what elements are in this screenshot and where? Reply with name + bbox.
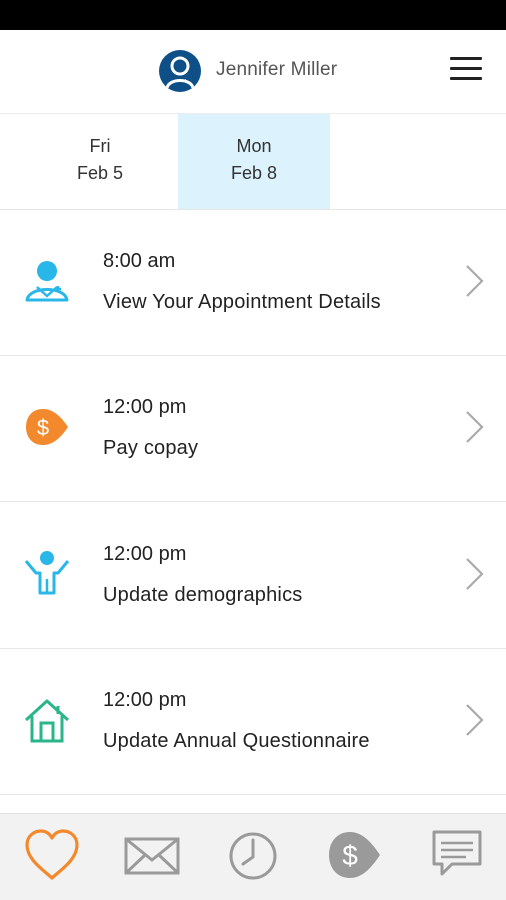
mail-icon[interactable] xyxy=(122,826,182,886)
hamburger-menu-icon[interactable] xyxy=(448,54,484,84)
date-tabs: Fri Feb 5 Mon Feb 8 xyxy=(0,114,506,210)
date-tab-mon[interactable]: Mon Feb 8 xyxy=(178,114,330,209)
svg-text:$: $ xyxy=(37,415,49,440)
bottom-nav: $ xyxy=(0,813,506,900)
date-tab-date: Feb 8 xyxy=(230,163,278,183)
user-avatar-icon[interactable] xyxy=(159,50,201,92)
item-title: Update Annual Questionnaire xyxy=(103,730,370,752)
doctor-icon xyxy=(22,256,74,308)
chevron-right-icon xyxy=(462,556,486,592)
app-header: Jennifer Miller xyxy=(0,30,506,114)
svg-text:$: $ xyxy=(342,840,358,871)
dollar-tag-icon: $ xyxy=(22,403,74,455)
item-time: 12:00 pm xyxy=(103,396,187,418)
date-tab-fri[interactable]: Fri Feb 5 xyxy=(24,114,176,209)
list-item-pay-copay[interactable]: $ 12:00 pm Pay copay xyxy=(0,356,506,502)
date-tab-day: Fri xyxy=(89,136,111,156)
item-title: Update demographics xyxy=(103,584,303,606)
list-item-annual-questionnaire[interactable]: 12:00 pm Update Annual Questionnaire xyxy=(0,649,506,795)
chat-icon[interactable] xyxy=(428,826,488,886)
status-bar xyxy=(0,0,506,30)
dollar-tag-icon[interactable]: $ xyxy=(324,826,384,886)
item-time: 8:00 am xyxy=(103,250,176,272)
item-title: Pay copay xyxy=(103,437,199,459)
list-item-update-demographics[interactable]: 12:00 pm Update demographics xyxy=(0,503,506,649)
person-icon xyxy=(22,549,74,601)
chevron-right-icon xyxy=(462,702,486,738)
date-tab-date: Feb 5 xyxy=(76,163,124,183)
item-title: View Your Appointment Details xyxy=(103,291,381,313)
item-time: 12:00 pm xyxy=(103,543,187,565)
clock-icon[interactable] xyxy=(223,826,283,886)
list-item-appointment-details[interactable]: 8:00 am View Your Appointment Details xyxy=(0,210,506,356)
date-tab-day: Mon xyxy=(236,136,272,156)
house-icon xyxy=(22,696,74,748)
chevron-right-icon xyxy=(462,409,486,445)
item-time: 12:00 pm xyxy=(103,689,187,711)
user-name: Jennifer Miller xyxy=(216,59,338,80)
chevron-right-icon xyxy=(462,263,486,299)
heart-icon[interactable] xyxy=(22,826,82,886)
